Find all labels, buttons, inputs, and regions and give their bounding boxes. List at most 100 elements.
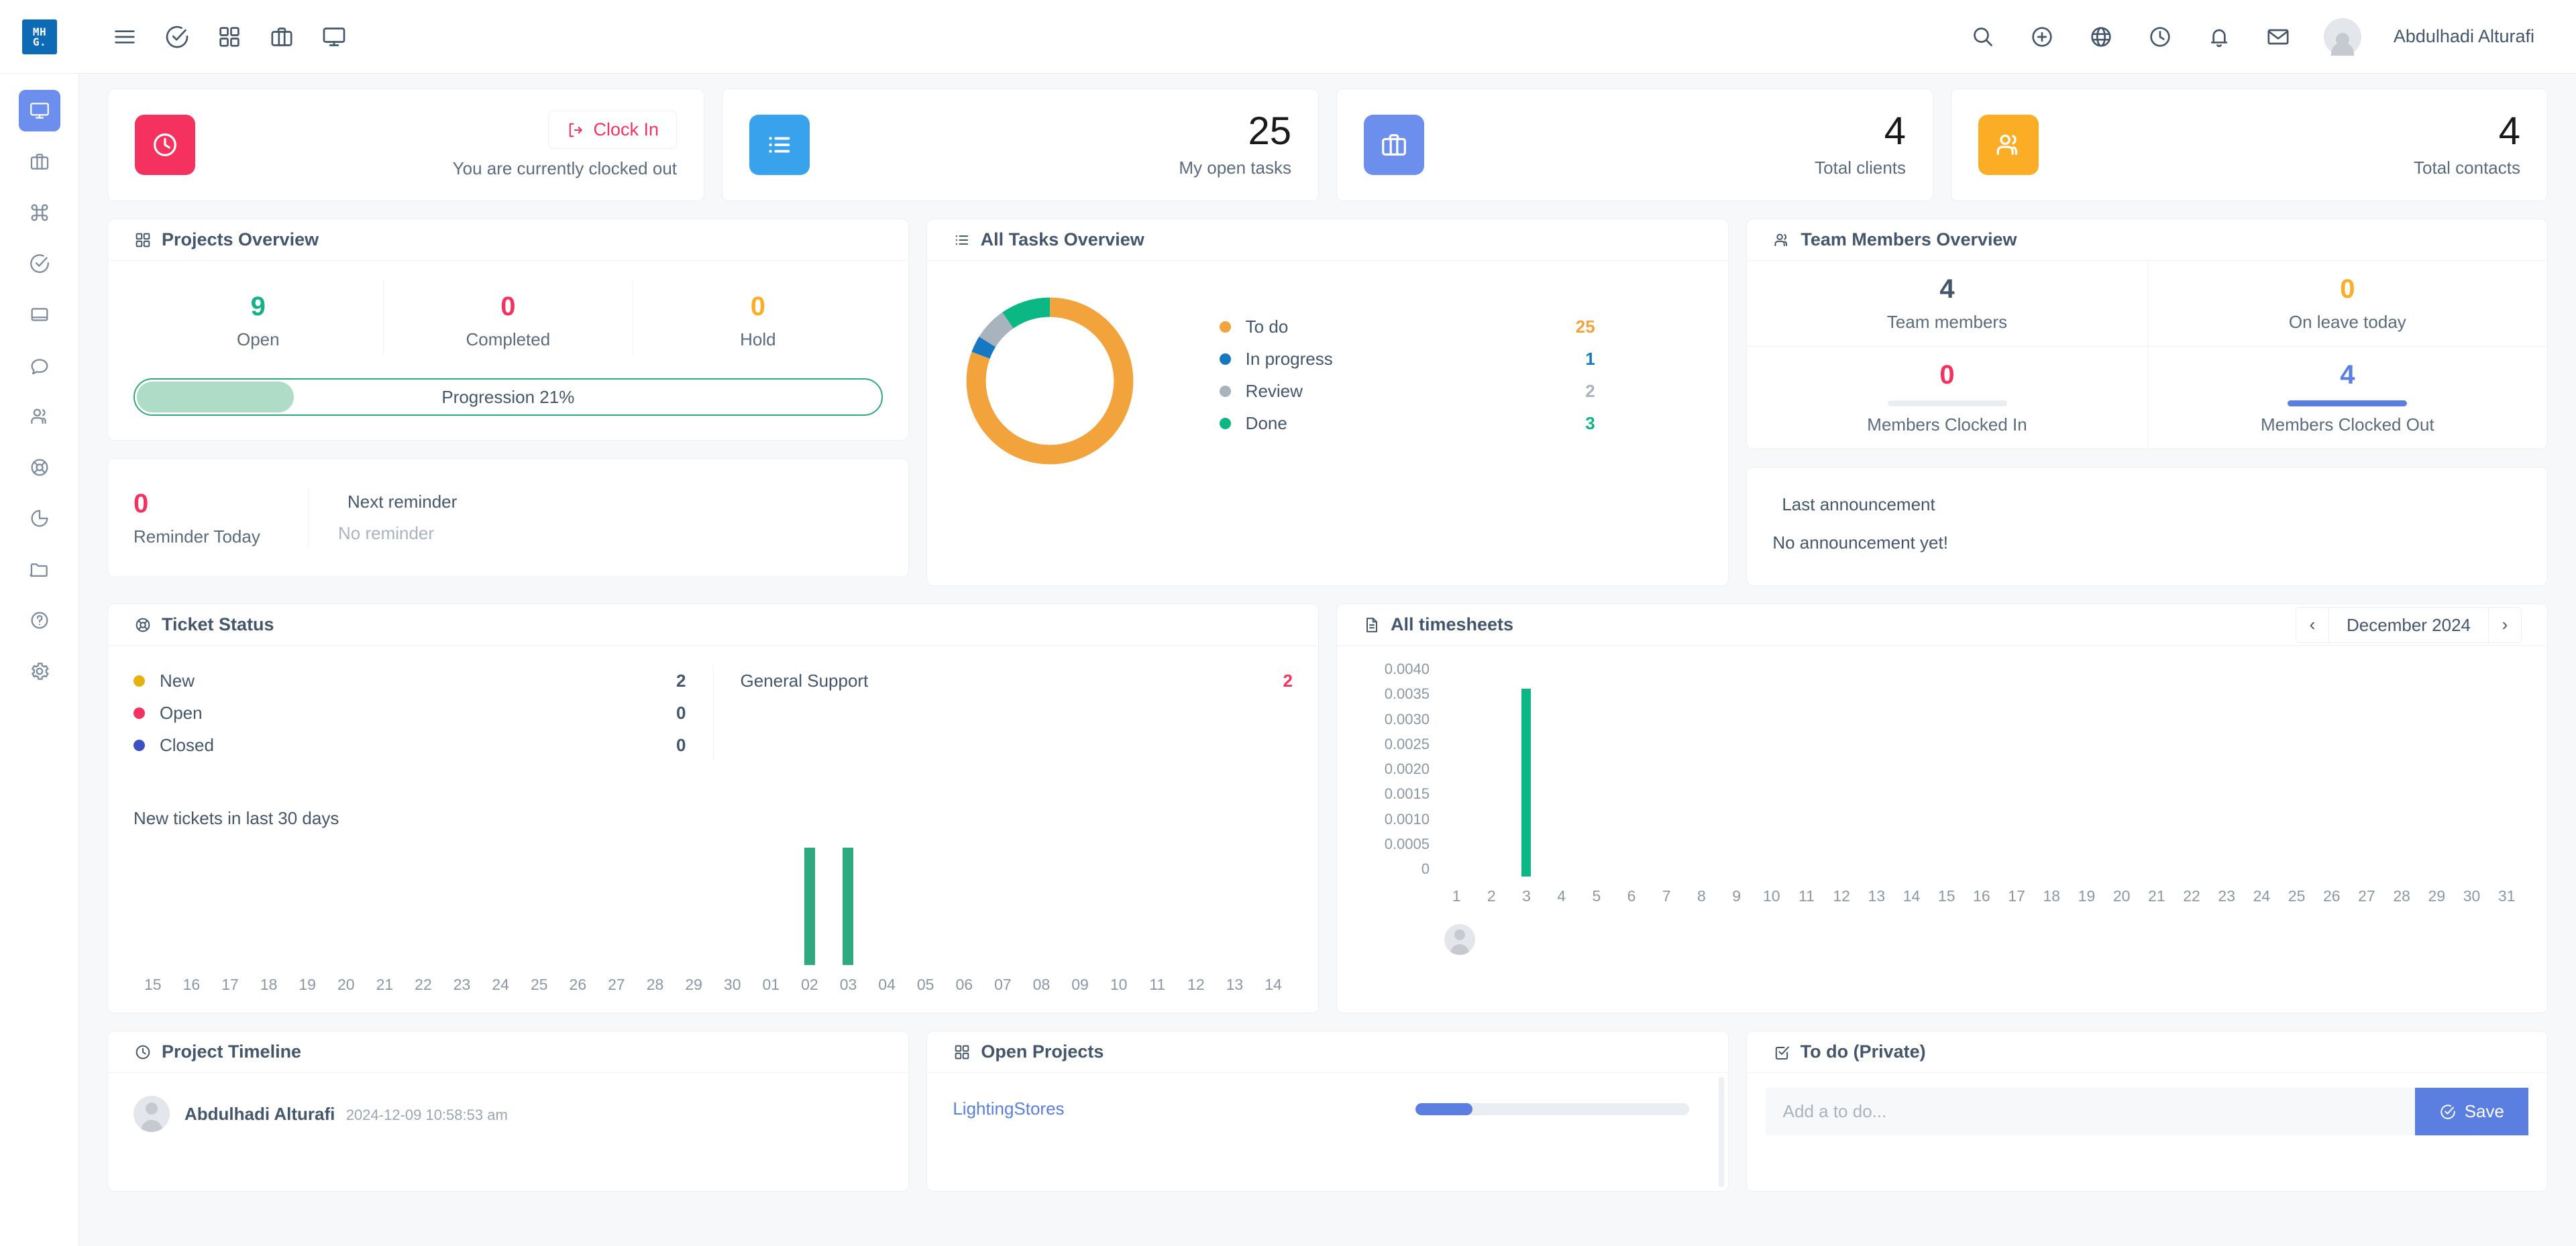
all-tasks-header: All Tasks Overview xyxy=(926,219,1729,261)
legend-item-todo: To do 25 xyxy=(1219,310,1595,343)
clocked-out-value: 4 xyxy=(2340,360,2355,390)
on-leave-value: 0 xyxy=(2340,274,2355,304)
mail-icon[interactable] xyxy=(2265,23,2292,50)
ticket-timesheet-row: Ticket Status New 2 Open 0 Closed 0 Gene… xyxy=(107,604,2548,1013)
team-members-label: Team members xyxy=(1886,312,2008,332)
sidebar-item-settings[interactable] xyxy=(19,650,60,692)
timeline-entry[interactable]: Abdulhadi Alturafi 2024-12-09 10:58:53 a… xyxy=(133,1092,883,1136)
total-clients-value: 4 xyxy=(1884,109,1906,153)
sidebar-item-reports[interactable] xyxy=(19,498,60,539)
timesheet-bar xyxy=(2104,662,2139,876)
ticket-bar xyxy=(443,848,482,965)
sidebar-item-tasks[interactable] xyxy=(19,243,60,284)
sidebar-item-messages[interactable] xyxy=(19,345,60,386)
projects-metric-hold: 0 Hold xyxy=(633,280,883,355)
sidebar-item-help[interactable] xyxy=(19,600,60,641)
next-reminder-heading: Next reminder xyxy=(338,492,457,519)
ticket-dot-new xyxy=(133,675,145,687)
briefcase-icon[interactable] xyxy=(268,23,295,50)
sidebar-item-command[interactable] xyxy=(19,192,60,233)
ticket-axis-tick: 22 xyxy=(415,976,432,993)
timesheets-x-tick: 18 xyxy=(2043,887,2061,905)
timesheets-body: 0.0040 0.0035 0.0030 0.0025 0.0020 0.0015 0.00… xyxy=(1337,646,2547,962)
ticket-bar xyxy=(867,848,906,965)
ticket-row-new: New 2 xyxy=(133,665,686,697)
user-name[interactable]: Abdulhadi Alturafi xyxy=(2394,26,2534,47)
projects-open-value: 9 xyxy=(250,292,266,321)
ticket-bar-chart xyxy=(133,848,1293,965)
search-icon[interactable] xyxy=(1970,23,1996,50)
globe-icon[interactable] xyxy=(2088,23,2114,50)
clock-in-button[interactable]: Clock In xyxy=(548,111,677,149)
timesheets-x-tick: 1 xyxy=(1452,887,1461,905)
todo-title: To do (Private) xyxy=(1800,1041,1926,1062)
next-month-button[interactable]: › xyxy=(2489,607,2521,642)
project-timeline-title: Project Timeline xyxy=(162,1041,302,1062)
open-projects-scrollbar[interactable] xyxy=(1718,1077,1724,1187)
clock-icon[interactable] xyxy=(2147,23,2174,50)
ticket-bar xyxy=(211,848,250,965)
open-project-name[interactable]: LightingStores xyxy=(953,1098,1064,1119)
sidebar-item-projects[interactable] xyxy=(19,141,60,182)
ticket-axis-tick: 24 xyxy=(492,976,509,993)
ticket-status-body: New 2 Open 0 Closed 0 General Support 2 … xyxy=(108,646,1318,1013)
timeline-entry-text: Abdulhadi Alturafi 2024-12-09 10:58:53 a… xyxy=(184,1104,508,1125)
sidebar-item-notes[interactable] xyxy=(19,294,60,335)
bell-icon[interactable] xyxy=(2206,23,2233,50)
stat-cards-row: Clock In You are currently clocked out 2… xyxy=(107,89,2548,201)
on-leave-label: On leave today xyxy=(2288,312,2406,332)
plus-circle-icon[interactable] xyxy=(2029,23,2055,50)
ticket-bar xyxy=(559,848,598,965)
timesheets-x-axis: 1 2 3 4 5 6 7 8 9 10 11 12 13 14 15 16 17 18 19 20 21 22 23 24 2… xyxy=(1439,887,2524,905)
legend-value-inprogress: 1 xyxy=(1585,348,1595,369)
menu-icon[interactable] xyxy=(111,23,138,50)
grid-icon[interactable] xyxy=(216,23,243,50)
ticket-label-closed: Closed xyxy=(160,734,214,755)
timesheets-y-tick: 0.0030 xyxy=(1384,710,1430,728)
ticket-row-closed: Closed 0 xyxy=(133,729,686,761)
all-tasks-body: To do 25 In progress 1 Review 2 Done 3 xyxy=(927,261,1729,508)
timesheets-x-tick: 21 xyxy=(2148,887,2165,905)
legend-dot-inprogress xyxy=(1219,353,1231,365)
sidebar-item-support[interactable] xyxy=(19,447,60,488)
todo-input[interactable] xyxy=(1765,1088,2415,1135)
sidebar-item-files[interactable] xyxy=(19,549,60,590)
projects-completed-value: 0 xyxy=(500,292,516,321)
prev-month-button[interactable]: ‹ xyxy=(2296,607,2328,642)
task-check-icon[interactable] xyxy=(164,23,191,50)
ticket-status-list: New 2 Open 0 Closed 0 xyxy=(133,665,714,761)
list-icon xyxy=(749,115,810,175)
team-members-title: Team Members Overview xyxy=(1801,229,2017,249)
legend-item-review: Review 2 xyxy=(1219,375,1595,407)
ticket-value-new: 2 xyxy=(676,670,686,691)
timesheets-y-tick: 0 xyxy=(1421,860,1430,877)
users-icon xyxy=(1978,115,2039,175)
sidebar-item-team[interactable] xyxy=(19,396,60,437)
reminder-today-label: Reminder Today xyxy=(133,526,260,547)
ticket-axis-tick: 01 xyxy=(762,976,780,993)
projects-metric-open: 9 Open xyxy=(133,280,383,355)
timesheets-y-tick: 0.0015 xyxy=(1384,785,1430,803)
ticket-dot-closed xyxy=(133,739,145,751)
ticket-value-open: 0 xyxy=(676,702,686,723)
total-clients-card: 4 Total clients xyxy=(1336,89,1933,201)
clock-in-arrow-icon xyxy=(570,123,583,137)
avatar[interactable] xyxy=(2323,17,2361,56)
sidebar-item-dashboard[interactable] xyxy=(18,90,60,131)
announcement-panel: Last announcement No announcement yet! xyxy=(1746,467,2548,586)
legend-label-review: Review xyxy=(1245,380,1303,401)
ticket-axis-tick: 27 xyxy=(608,976,625,993)
timesheets-x-tick: 2 xyxy=(1487,887,1496,905)
save-button[interactable]: Save xyxy=(2414,1088,2528,1135)
monitor-icon[interactable] xyxy=(321,23,347,50)
checkbox-icon xyxy=(1772,1043,1791,1062)
month-navigator: ‹ December 2024 › xyxy=(2296,606,2522,643)
timesheet-bar xyxy=(1579,662,1614,876)
team-metric-onleave: 0 On leave today xyxy=(2147,261,2547,346)
ticket-axis-tick: 17 xyxy=(221,976,239,993)
current-month-label: December 2024 xyxy=(2328,607,2489,642)
brand-logo[interactable]: MH G. xyxy=(0,19,79,54)
legend-value-review: 2 xyxy=(1585,380,1595,401)
open-projects-header: Open Projects xyxy=(927,1031,1728,1073)
ticket-status-panel: Ticket Status New 2 Open 0 Closed 0 Gene… xyxy=(107,604,1319,1013)
